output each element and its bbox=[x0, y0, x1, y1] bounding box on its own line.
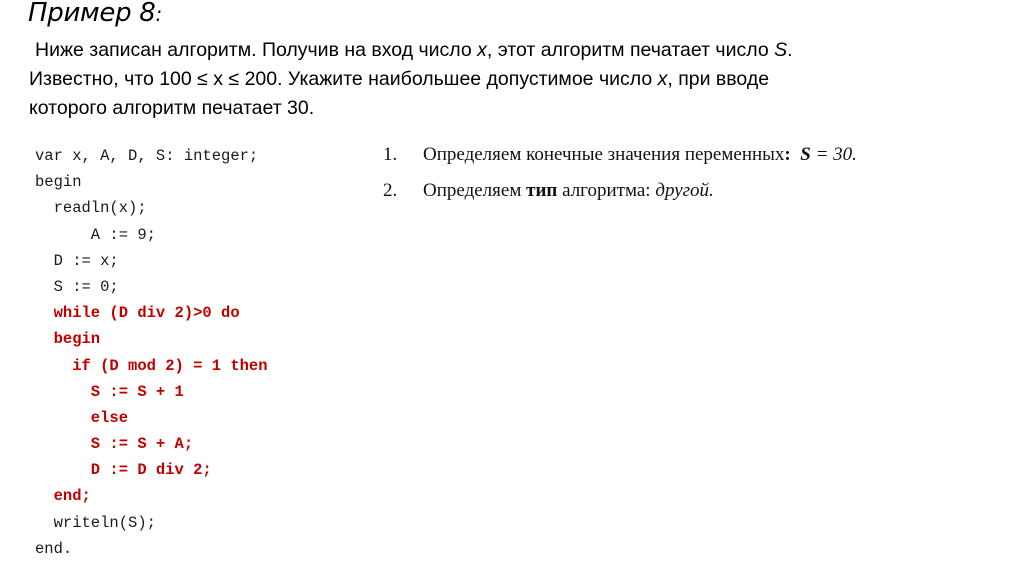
step-value-variable: S bbox=[800, 144, 811, 165]
step-text: алгоритма: bbox=[557, 180, 656, 201]
problem-text: Ниже записан алгоритм. Получив на вход ч… bbox=[35, 39, 478, 61]
code-line: S := 0; bbox=[35, 277, 119, 296]
code-line: end. bbox=[35, 539, 73, 558]
code-line: end; bbox=[35, 487, 91, 506]
step-number: 2. bbox=[383, 180, 398, 201]
problem-text: Известно, что 100 ≤ x ≤ 200. Укажите наи… bbox=[29, 68, 658, 90]
code-line: readln(x); bbox=[35, 199, 147, 218]
solution-steps: 1. Определяем конечные значения переменны… bbox=[383, 141, 857, 213]
code-line: writeln(S); bbox=[35, 513, 156, 532]
problem-text: , этот алгоритм печатает число bbox=[486, 39, 775, 61]
step-value: другой. bbox=[655, 180, 714, 201]
solution-step-2: 2. Определяем тип алгоритма: другой. bbox=[383, 177, 857, 213]
slide-title-colon: : bbox=[155, 2, 162, 26]
code-line: begin bbox=[35, 173, 82, 192]
problem-line-2: Известно, что 100 ≤ x ≤ 200. Укажите наи… bbox=[29, 65, 989, 94]
problem-line-1: Ниже записан алгоритм. Получив на вход ч… bbox=[29, 36, 989, 65]
step-value: = 30. bbox=[810, 144, 857, 165]
variable-x: x bbox=[477, 39, 487, 61]
variable-s: S bbox=[774, 39, 788, 61]
step-text: Определяем bbox=[423, 180, 527, 201]
problem-text: , при вводе bbox=[667, 68, 770, 90]
solution-step-1: 1. Определяем конечные значения переменны… bbox=[383, 141, 857, 177]
code-line: D := D div 2; bbox=[35, 461, 212, 480]
step-number: 1. bbox=[383, 144, 398, 165]
code-line: if (D mod 2) = 1 then bbox=[35, 356, 268, 375]
code-listing: var x, A, D, S: integer; begin readln(x);… bbox=[35, 143, 268, 562]
code-line: A := 9; bbox=[35, 225, 156, 244]
code-line: S := S + A; bbox=[35, 435, 194, 454]
code-line: D := x; bbox=[35, 251, 119, 270]
step-keyword: тип bbox=[526, 180, 558, 201]
slide-title: Пример 8: bbox=[28, 0, 162, 28]
step-colon: : bbox=[784, 144, 791, 165]
problem-text: . bbox=[787, 39, 793, 61]
variable-x: x bbox=[657, 68, 668, 90]
slide-title-text: Пример 8 bbox=[28, 0, 156, 28]
problem-statement: Ниже записан алгоритм. Получив на вход ч… bbox=[29, 36, 989, 123]
code-line: while (D div 2)>0 do bbox=[35, 304, 240, 323]
code-line: var x, A, D, S: integer; bbox=[35, 147, 259, 165]
step-text: Определяем конечные значения переменных bbox=[423, 144, 785, 165]
code-line: begin bbox=[35, 330, 101, 349]
code-line: else bbox=[35, 408, 129, 427]
code-line: S := S + 1 bbox=[35, 382, 184, 401]
problem-line-3: которого алгоритм печатает 30. bbox=[29, 97, 315, 119]
